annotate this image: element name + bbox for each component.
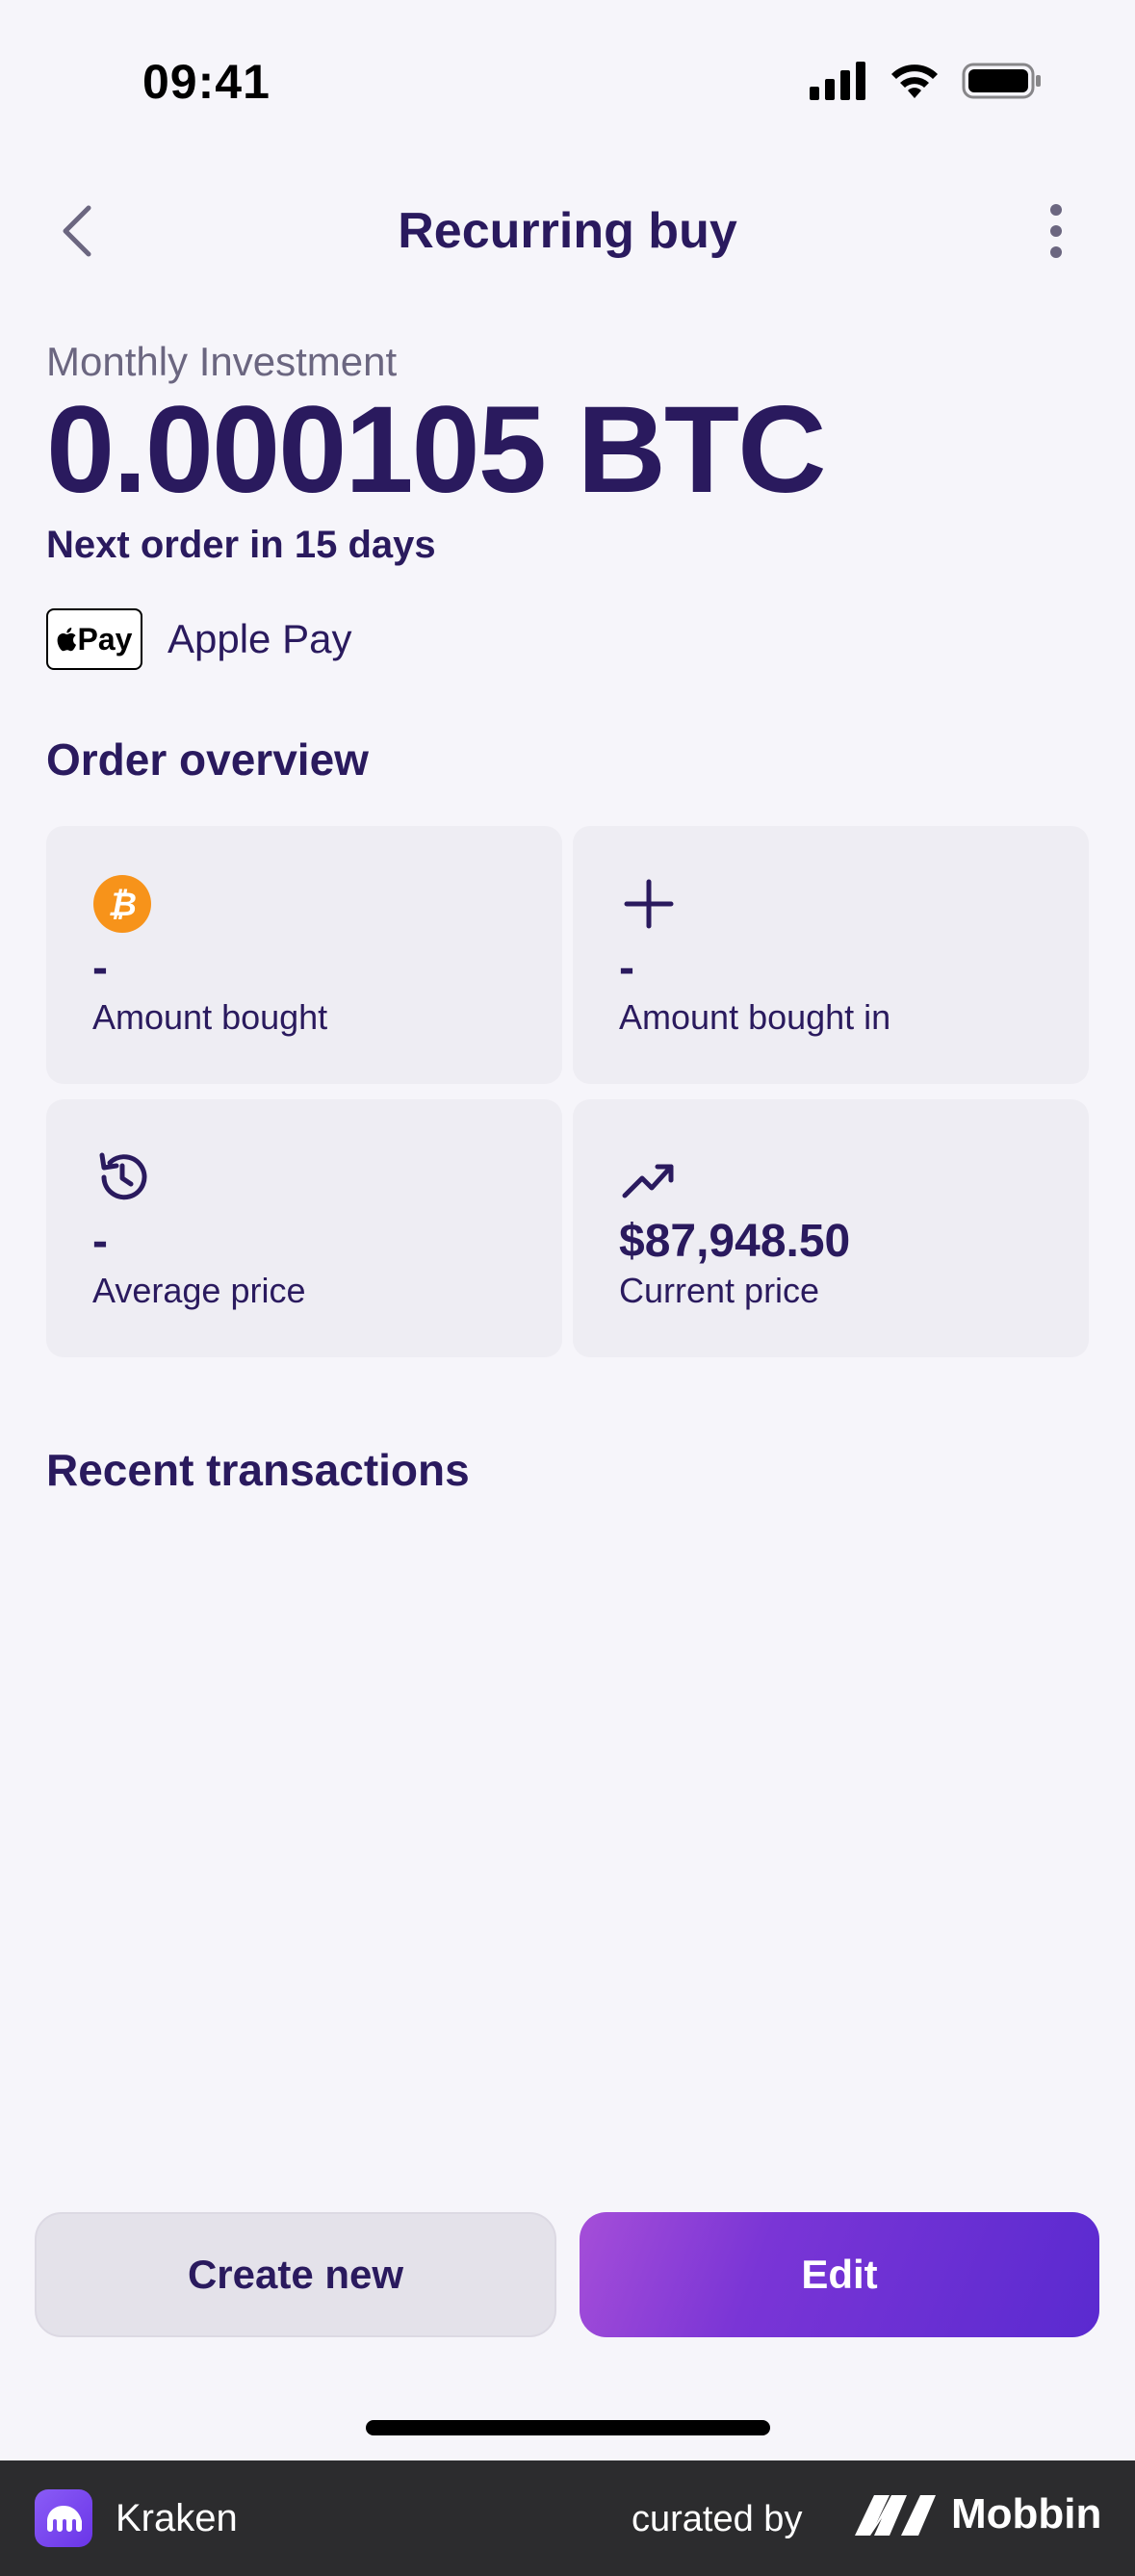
average-price-label: Average price [92, 1271, 306, 1310]
investment-summary: Monthly Investment 0.000105 BTC Next ord… [46, 339, 1096, 567]
svg-text:₿: ₿ [108, 886, 137, 924]
kraken-icon [47, 2506, 82, 2532]
payment-method: Pay Apple Pay [46, 608, 351, 670]
page-title: Recurring buy [398, 203, 737, 259]
mobbin-logo-icon [855, 2495, 936, 2536]
investment-label: Monthly Investment [46, 339, 398, 384]
recent-transactions-title: Recent transactions [46, 1445, 470, 1495]
battery-icon [962, 63, 1041, 99]
footer-banner: Kraken curated by Mobbin [0, 2460, 1135, 2576]
kraken-logo [35, 2489, 92, 2547]
bitcoin-icon: ₿ [93, 875, 151, 933]
status-bar: 09:41 [0, 0, 1135, 164]
apple-logo-icon [57, 628, 76, 652]
footer-curated-text: curated by [632, 2499, 803, 2539]
average-price-value: - [92, 1216, 108, 1267]
current-price-card: $87,948.50 Current price [573, 1099, 1089, 1357]
home-indicator [366, 2420, 770, 2435]
apple-pay-badge: Pay [46, 608, 142, 670]
history-icon [99, 1152, 147, 1200]
order-overview-title: Order overview [46, 734, 369, 785]
mobbin-brand: Mobbin [853, 2487, 1101, 2541]
trending-up-icon [622, 1164, 674, 1198]
amount-bought-label: Amount bought [92, 997, 328, 1037]
amount-bought-in-value: - [619, 942, 634, 993]
nav-header: Recurring buy [0, 183, 1135, 279]
current-price-label: Current price [619, 1271, 820, 1310]
create-new-button[interactable]: Create new [35, 2212, 556, 2337]
payment-method-label: Apple Pay [168, 616, 352, 661]
edit-button[interactable]: Edit [580, 2212, 1099, 2337]
mobbin-brand-name: Mobbin [951, 2490, 1102, 2537]
amount-bought-in-card: - Amount bought in [573, 826, 1089, 1084]
investment-amount: 0.000105 BTC [46, 381, 827, 519]
amount-bought-value: - [92, 942, 108, 993]
average-price-card: - Average price [46, 1099, 562, 1357]
order-overview-grid: ₿ - Amount bought - Amount bought in - A… [46, 826, 1089, 1357]
more-vertical-icon [1050, 204, 1062, 258]
recurring-buy-screen: 09:41 Recurring buy Monthly Investment 0… [0, 0, 1135, 2576]
status-icons [810, 62, 1043, 100]
signal-icon [810, 62, 865, 100]
status-time: 09:41 [142, 55, 271, 109]
wifi-icon [891, 64, 938, 98]
footer-app-name: Kraken [116, 2497, 238, 2539]
plus-icon [624, 879, 674, 929]
more-options-button[interactable] [1037, 200, 1075, 262]
amount-bought-card: ₿ - Amount bought [46, 826, 562, 1084]
amount-bought-in-label: Amount bought in [619, 997, 891, 1037]
apple-pay-badge-text: Pay [77, 621, 133, 657]
current-price-value: $87,948.50 [619, 1216, 851, 1267]
next-order-text: Next order in 15 days [46, 524, 436, 566]
